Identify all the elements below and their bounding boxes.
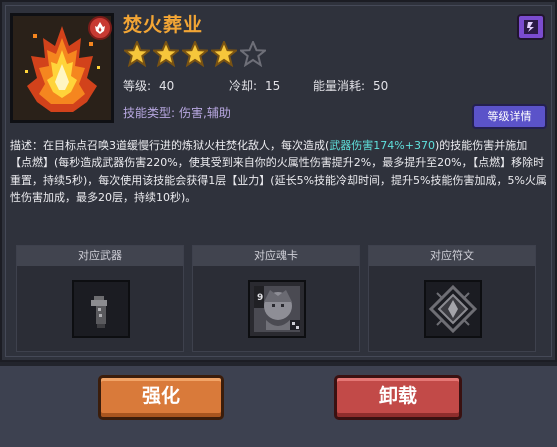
level-value: 40 xyxy=(159,79,175,93)
soul-card-slot-icon-frame[interactable]: 9 xyxy=(248,280,306,338)
level-details-button[interactable]: 等级详情 xyxy=(472,104,547,129)
action-bar xyxy=(0,366,557,447)
weapon-damage-highlight: 武器伤害174%+370 xyxy=(329,139,435,152)
level-label: 等级: xyxy=(123,79,152,93)
skill-type-value: 伤害,辅助 xyxy=(179,106,231,120)
skill-description: 描述：在目标点召唤3道缓慢行进的炼狱火柱焚化敌人，每次造成(武器伤害174%+3… xyxy=(10,137,547,207)
star-filled-icon xyxy=(182,41,208,67)
fire-element-badge xyxy=(88,16,112,40)
energy-cost-value: 50 xyxy=(373,79,389,93)
level-stat: 等级: 40 xyxy=(123,77,174,94)
cooldown-value: 15 xyxy=(265,79,281,93)
fire-element-icon xyxy=(95,22,105,34)
rune-slot-icon-frame[interactable] xyxy=(424,280,482,338)
soul-card-slot-title: 对应魂卡 xyxy=(193,246,359,266)
sword-hilt-icon xyxy=(91,296,107,328)
rune-slot[interactable]: 对应符文 xyxy=(368,245,536,352)
unequip-button[interactable]: 卸载 xyxy=(334,375,462,420)
skill-type: 技能类型: 伤害,辅助 xyxy=(123,104,231,121)
energy-cost-label: 能量消耗: xyxy=(313,79,366,93)
weapon-slot[interactable]: 对应武器 xyxy=(16,245,184,352)
star-filled-icon xyxy=(153,41,179,67)
rune-crystal-icon xyxy=(428,284,478,334)
weapon-slot-icon-frame[interactable] xyxy=(72,280,130,338)
cooldown-stat: 冷却: 15 xyxy=(229,77,280,94)
skill-type-label: 技能类型: xyxy=(123,106,176,120)
rune-toggle-button[interactable] xyxy=(517,14,545,40)
star-filled-icon xyxy=(211,41,237,67)
skill-title: 焚火葬业 xyxy=(123,14,204,36)
star-filled-icon xyxy=(124,41,150,67)
energy-cost-stat: 能量消耗: 50 xyxy=(313,77,388,94)
purple-rune-icon xyxy=(524,20,538,34)
upgrade-button[interactable]: 强化 xyxy=(98,375,224,420)
soul-card-number: 9 xyxy=(257,293,264,303)
star-rating xyxy=(124,41,266,71)
star-empty-icon xyxy=(240,41,266,67)
rune-slot-title: 对应符文 xyxy=(369,246,535,266)
weapon-slot-title: 对应武器 xyxy=(17,246,183,266)
description-text-1: 描述：在目标点召唤3道缓慢行进的炼狱火柱焚化敌人，每次造成( xyxy=(10,139,330,152)
soul-card-icon xyxy=(254,286,300,332)
cooldown-label: 冷却: xyxy=(229,79,258,93)
soul-card-slot[interactable]: 对应魂卡 9 xyxy=(192,245,360,352)
